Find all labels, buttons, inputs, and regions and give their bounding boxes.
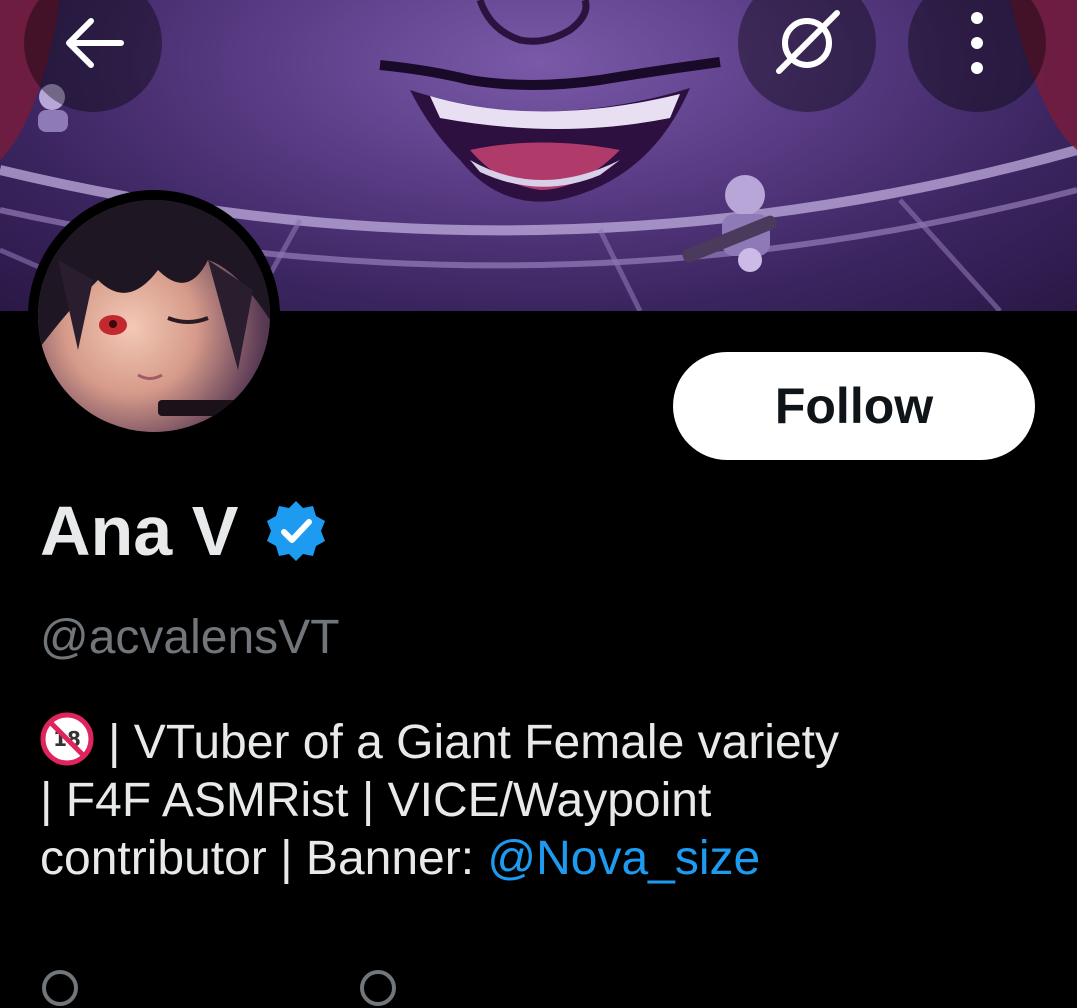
bio-text-1: | VTuber of a Giant Female variety xyxy=(108,716,839,769)
bio-text-3: contributor | Banner: xyxy=(40,832,488,885)
profile-meta-row xyxy=(40,968,416,1008)
bio-line-3: contributor | Banner: @Nova_size xyxy=(40,830,1040,888)
profile-bio: 18 | VTuber of a Giant Female variety | … xyxy=(40,712,1040,888)
profile-handle: @acvalensVT xyxy=(40,611,340,664)
arrow-left-icon xyxy=(66,18,124,68)
search-off-icon xyxy=(776,10,840,74)
bio-line-1: 18 | VTuber of a Giant Female variety xyxy=(40,712,1040,772)
mention-link[interactable]: @Nova_size xyxy=(487,832,760,885)
display-name: Ana V xyxy=(40,492,239,570)
name-row: Ana V xyxy=(40,496,328,566)
more-vertical-icon xyxy=(971,12,983,74)
under-18-prohibited-icon: 18 xyxy=(40,712,94,766)
link-icon[interactable] xyxy=(358,968,398,1008)
bio-line-2: | F4F ASMRist | VICE/Waypoint xyxy=(40,774,712,827)
avatar-image xyxy=(38,200,270,432)
verified-badge-icon[interactable] xyxy=(264,499,328,563)
location-icon xyxy=(42,970,78,1006)
follow-button[interactable]: Follow xyxy=(673,352,1035,460)
profile-avatar[interactable] xyxy=(28,190,280,442)
